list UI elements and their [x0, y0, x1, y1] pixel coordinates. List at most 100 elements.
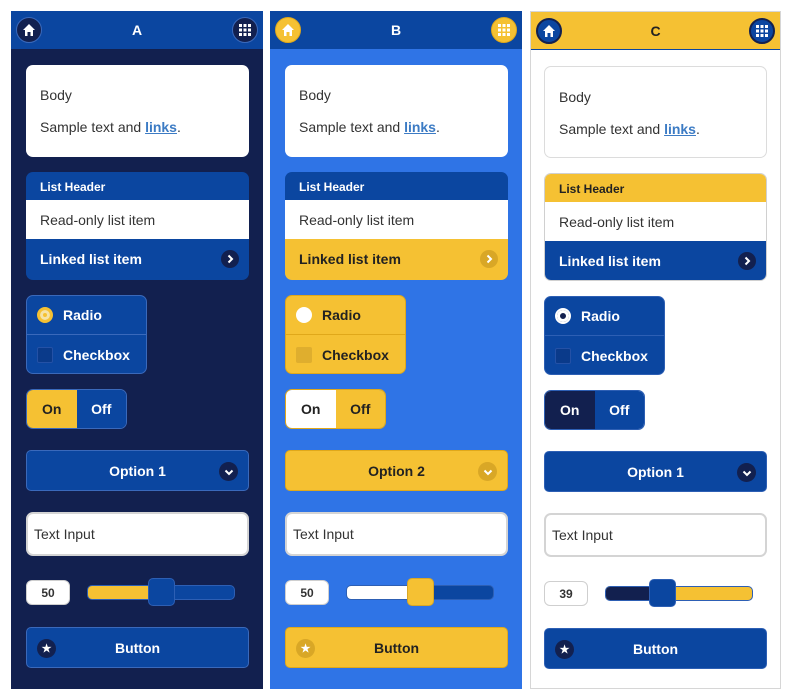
checkbox[interactable] — [296, 346, 312, 363]
radio-option[interactable]: Radio — [286, 296, 405, 335]
toggle-off[interactable]: Off — [76, 390, 126, 428]
slider-thumb[interactable] — [406, 578, 434, 606]
body-link[interactable]: links — [664, 121, 696, 137]
checkbox-option[interactable]: Checkbox — [545, 336, 664, 374]
option-select[interactable]: Option 2 — [285, 450, 508, 491]
option-select[interactable]: Option 1 — [544, 451, 767, 492]
header-bar: B — [270, 11, 522, 49]
list-view: List Header Read-only list item Linked l… — [26, 172, 249, 280]
list-item-linked[interactable]: Linked list item — [26, 239, 249, 280]
radio-option[interactable]: Radio — [545, 297, 664, 336]
body-card: Body Sample text and links. — [544, 66, 767, 158]
checkbox-option[interactable]: Checkbox — [286, 335, 405, 373]
theme-panel-c: C Body Sample text and links. List Heade… — [530, 11, 781, 689]
text-input[interactable]: Text Input — [26, 512, 249, 556]
on-off-toggle[interactable]: On Off — [544, 390, 645, 430]
home-icon — [23, 24, 35, 36]
checkbox-option[interactable]: Checkbox — [27, 335, 146, 373]
toggle-on[interactable]: On — [545, 391, 595, 429]
grid-button[interactable] — [749, 18, 775, 44]
select-value: Option 1 — [627, 463, 684, 480]
list-view: List Header Read-only list item Linked l… — [285, 172, 508, 280]
body-link[interactable]: links — [404, 119, 436, 135]
list-header: List Header — [545, 174, 766, 202]
radio-option[interactable]: Radio — [27, 296, 146, 335]
theme-panel-a: A Body Sample text and links. List Heade… — [11, 11, 263, 689]
radio-button[interactable] — [296, 307, 312, 323]
slider-value-input[interactable]: 50 — [26, 580, 70, 605]
body-card: Body Sample text and links. — [285, 65, 508, 157]
action-button[interactable]: ★ Button — [26, 627, 249, 668]
grid-button[interactable] — [232, 17, 258, 43]
body-card: Body Sample text and links. — [26, 65, 249, 157]
star-icon: ★ — [296, 639, 315, 658]
list-header: List Header — [285, 172, 508, 200]
home-button[interactable] — [16, 17, 42, 43]
grid-icon — [756, 25, 768, 37]
home-icon — [282, 24, 294, 36]
toggle-off[interactable]: Off — [594, 391, 644, 429]
list-view: List Header Read-only list item Linked l… — [544, 173, 767, 281]
radio-label: Radio — [322, 307, 361, 323]
on-off-toggle[interactable]: On Off — [26, 389, 127, 429]
on-off-toggle[interactable]: On Off — [285, 389, 386, 429]
checkbox-label: Checkbox — [63, 346, 130, 363]
star-icon: ★ — [555, 640, 574, 659]
choice-group: Radio Checkbox — [26, 295, 147, 374]
list-item-readonly: Read-only list item — [285, 200, 508, 239]
checkbox[interactable] — [555, 347, 571, 364]
chevron-down-icon — [478, 462, 497, 481]
body-heading: Body — [559, 89, 591, 105]
text-input[interactable]: Text Input — [544, 513, 767, 557]
page-title: C — [650, 22, 661, 39]
list-item-readonly: Read-only list item — [26, 200, 249, 239]
radio-button[interactable] — [555, 308, 571, 324]
radio-button[interactable] — [37, 307, 53, 323]
slider-track[interactable] — [605, 586, 753, 601]
choice-group: Radio Checkbox — [544, 296, 665, 375]
button-label: Button — [373, 639, 420, 656]
option-select[interactable]: Option 1 — [26, 450, 249, 491]
list-header: List Header — [26, 172, 249, 200]
theme-panel-b: B Body Sample text and links. List Heade… — [270, 11, 522, 689]
star-icon: ★ — [37, 639, 56, 658]
list-item-linked-label: Linked list item — [299, 251, 401, 267]
radio-label: Radio — [581, 308, 620, 324]
toggle-on[interactable]: On — [27, 390, 77, 428]
chevron-right-icon — [738, 252, 756, 270]
list-item-linked[interactable]: Linked list item — [285, 239, 508, 280]
list-item-linked-label: Linked list item — [559, 253, 661, 269]
slider-thumb[interactable] — [147, 578, 175, 606]
page-title: B — [390, 22, 402, 38]
list-item-linked[interactable]: Linked list item — [545, 241, 766, 280]
checkbox[interactable] — [37, 346, 53, 363]
home-button[interactable] — [536, 18, 562, 44]
checkbox-label: Checkbox — [322, 346, 389, 363]
grid-icon — [498, 24, 510, 36]
select-value: Option 2 — [368, 462, 425, 479]
toggle-off[interactable]: Off — [335, 390, 385, 428]
header-bar: A — [11, 11, 263, 49]
list-item-linked-label: Linked list item — [40, 251, 142, 267]
radio-label: Radio — [63, 307, 102, 323]
slider-value-input[interactable]: 39 — [544, 581, 588, 606]
text-input-value: Text Input — [552, 527, 613, 543]
choice-group: Radio Checkbox — [285, 295, 406, 374]
home-button[interactable] — [275, 17, 301, 43]
text-input[interactable]: Text Input — [285, 512, 508, 556]
slider-thumb[interactable] — [649, 579, 677, 607]
home-icon — [543, 25, 555, 37]
header-bar: C — [531, 12, 780, 50]
grid-button[interactable] — [491, 17, 517, 43]
body-text: Sample text and links. — [299, 119, 440, 135]
button-label: Button — [114, 639, 161, 656]
body-heading: Body — [40, 87, 72, 103]
body-heading: Body — [299, 87, 331, 103]
action-button[interactable]: ★ Button — [285, 627, 508, 668]
action-button[interactable]: ★ Button — [544, 628, 767, 669]
body-text: Sample text and links. — [559, 121, 700, 137]
chevron-down-icon — [219, 462, 238, 481]
toggle-on[interactable]: On — [286, 390, 336, 428]
slider-value-input[interactable]: 50 — [285, 580, 329, 605]
body-link[interactable]: links — [145, 119, 177, 135]
